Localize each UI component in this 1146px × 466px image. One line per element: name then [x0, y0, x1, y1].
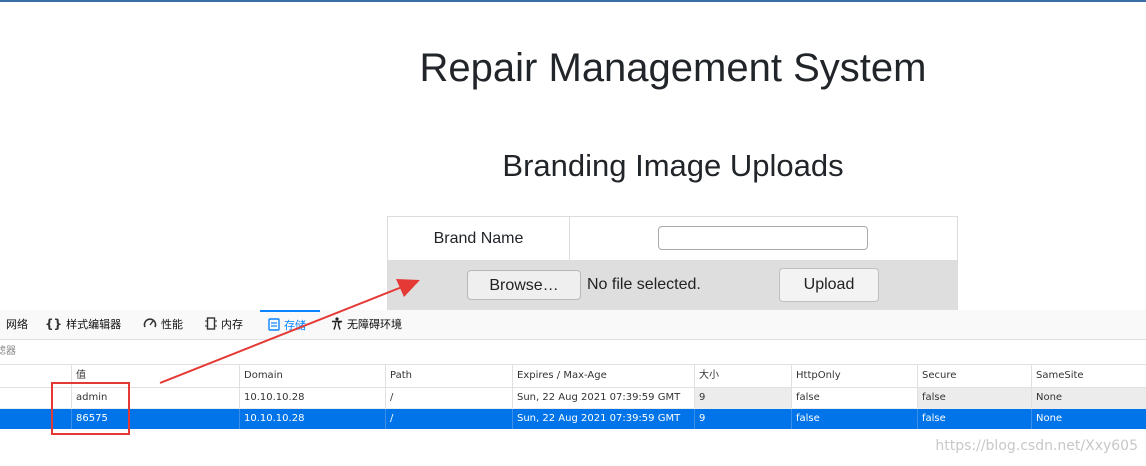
cell-domain: 10.10.10.28	[239, 409, 385, 429]
tab-style-editor-label: 样式编辑器	[66, 318, 122, 331]
tab-style-editor[interactable]: {} 样式编辑器	[45, 310, 121, 339]
tab-memory[interactable]: 内存	[205, 310, 243, 339]
column-header[interactable]: SameSite	[1031, 365, 1146, 387]
filter-placeholder: 滤器	[0, 346, 16, 357]
cell-expires: Sun, 22 Aug 2021 07:39:59 GMT	[512, 409, 694, 429]
cell-size: 9	[694, 388, 791, 408]
storage-icon	[268, 312, 280, 339]
cell-path: /	[385, 409, 512, 429]
file-status-text: No file selected.	[587, 276, 701, 293]
watermark: https://blog.csdn.net/Xxy605	[935, 438, 1138, 454]
page-subtitle: Branding Image Uploads	[502, 148, 844, 183]
page-title: Repair Management System	[419, 46, 927, 90]
tab-performance-label: 性能	[161, 318, 183, 331]
brand-name-input[interactable]	[658, 226, 868, 250]
tab-accessibility[interactable]: 无障碍环境	[331, 310, 402, 339]
memory-icon	[205, 310, 217, 339]
cell-samesite: None	[1031, 409, 1146, 429]
cell-domain: 10.10.10.28	[239, 388, 385, 408]
upload-button[interactable]: Upload	[779, 268, 879, 302]
table-row[interactable]: admin 10.10.10.28 / Sun, 22 Aug 2021 07:…	[0, 388, 1146, 409]
gauge-icon	[143, 310, 157, 339]
tab-storage[interactable]: 存储	[260, 310, 320, 337]
tab-memory-label: 内存	[221, 318, 243, 331]
top-border	[0, 0, 1146, 2]
accessibility-icon	[331, 310, 343, 339]
tab-network-label: 网络	[6, 318, 28, 331]
braces-icon: {}	[45, 317, 63, 331]
file-row: Browse… No file selected. Upload	[388, 261, 957, 311]
cell-expires: Sun, 22 Aug 2021 07:39:59 GMT	[512, 388, 694, 408]
column-header[interactable]: 大小	[694, 365, 791, 387]
column-header[interactable]: HttpOnly	[791, 365, 917, 387]
tab-accessibility-label: 无障碍环境	[347, 318, 402, 331]
tab-performance[interactable]: 性能	[143, 310, 183, 339]
tab-network[interactable]: 网络	[6, 310, 28, 339]
table-row-selected[interactable]: 86575 10.10.10.28 / Sun, 22 Aug 2021 07:…	[0, 409, 1146, 429]
column-header[interactable]: Secure	[917, 365, 1031, 387]
annotation-highlight-box	[51, 382, 130, 435]
browse-button[interactable]: Browse…	[467, 270, 581, 300]
devtools-tabbar: 网络 {} 样式编辑器 性能 内存 存储 无障碍环境	[0, 310, 1146, 340]
cell-secure: false	[917, 388, 1031, 408]
cell-size: 9	[694, 409, 791, 429]
tab-storage-label: 存储	[284, 319, 306, 332]
column-header[interactable]: Domain	[239, 365, 385, 387]
cell-secure: false	[917, 409, 1031, 429]
brand-row: Brand Name	[388, 217, 957, 261]
brand-name-label: Brand Name	[388, 217, 570, 260]
filter-input[interactable]: 滤器	[0, 340, 1146, 365]
column-header[interactable]: Expires / Max-Age	[512, 365, 694, 387]
table-header: 值 Domain Path Expires / Max-Age 大小 HttpO…	[0, 365, 1146, 388]
cell-path: /	[385, 388, 512, 408]
cell-samesite: None	[1031, 388, 1146, 408]
upload-form: Brand Name Browse… No file selected. Upl…	[387, 216, 958, 311]
cell-httponly: false	[791, 409, 917, 429]
cell-httponly: false	[791, 388, 917, 408]
column-header[interactable]: Path	[385, 365, 512, 387]
devtools-panel: 网络 {} 样式编辑器 性能 内存 存储 无障碍环境 滤器 值 Domain P…	[0, 310, 1146, 466]
